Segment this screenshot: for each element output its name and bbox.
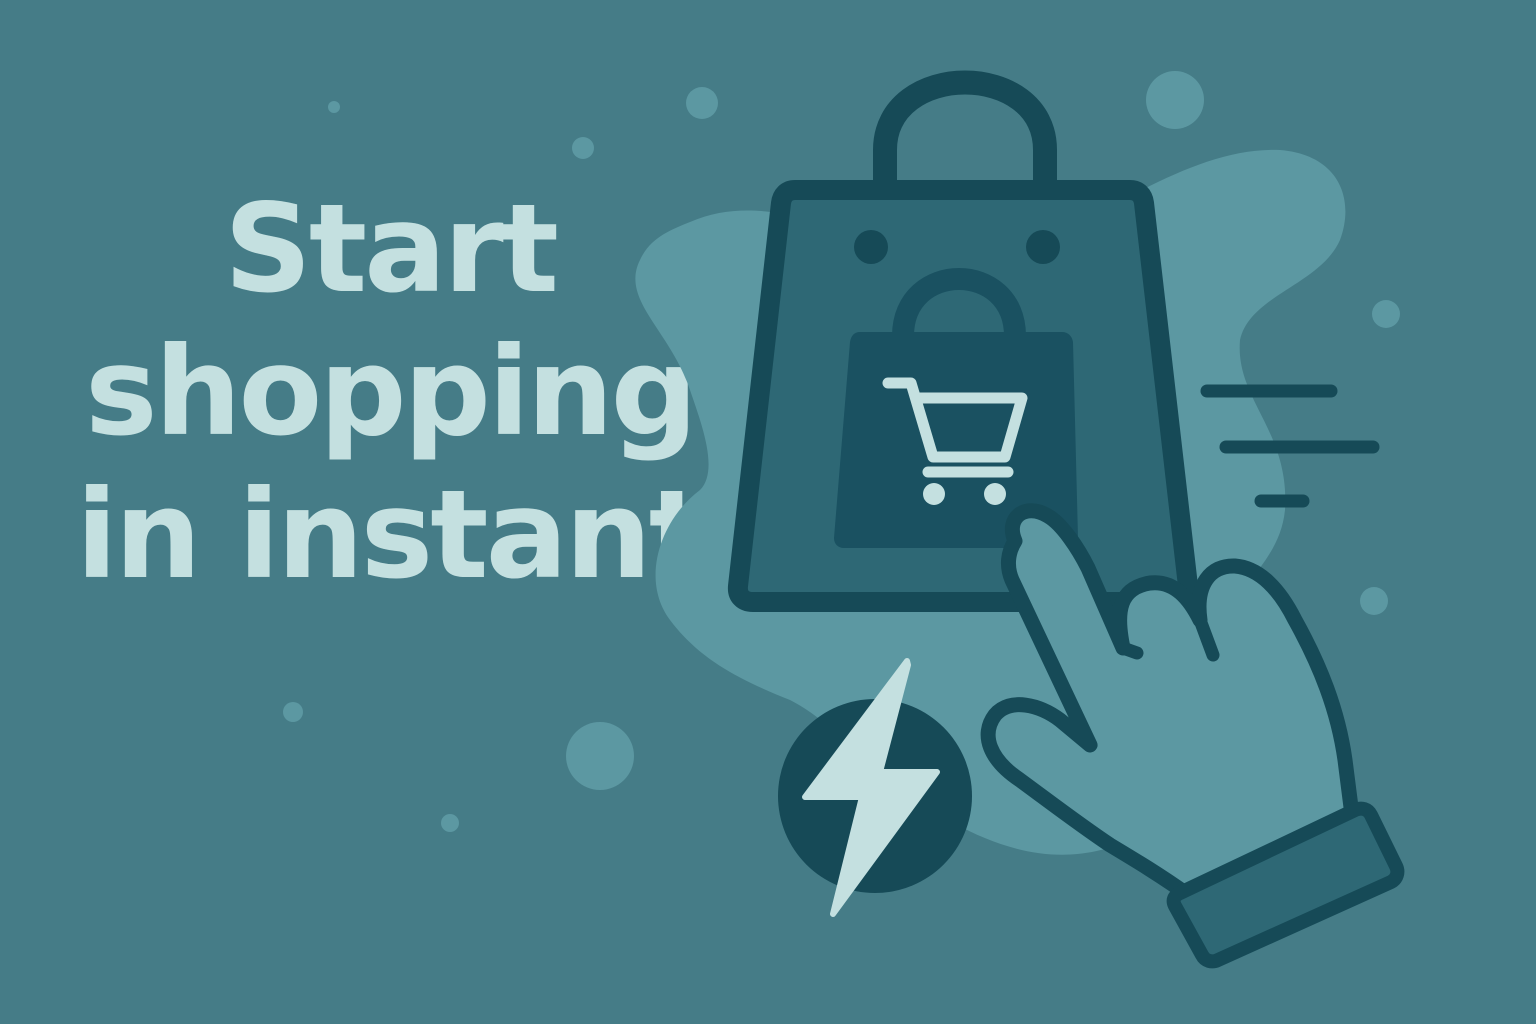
bag-rivet-right	[1026, 230, 1060, 264]
dot	[1372, 300, 1400, 328]
dot	[686, 87, 718, 119]
dot	[1146, 71, 1204, 129]
promo-banner: Start shopping in instant	[0, 0, 1536, 1024]
dot	[566, 722, 634, 790]
bag-rivet-left	[854, 230, 888, 264]
dot	[1360, 587, 1388, 615]
cart-wheel-right	[984, 483, 1006, 505]
illustration	[283, 70, 1405, 969]
dot	[328, 101, 340, 113]
dot	[441, 814, 459, 832]
hand-finger-crease	[1116, 641, 1144, 660]
dot	[283, 702, 303, 722]
dot	[572, 137, 594, 159]
cart-wheel-left	[923, 483, 945, 505]
